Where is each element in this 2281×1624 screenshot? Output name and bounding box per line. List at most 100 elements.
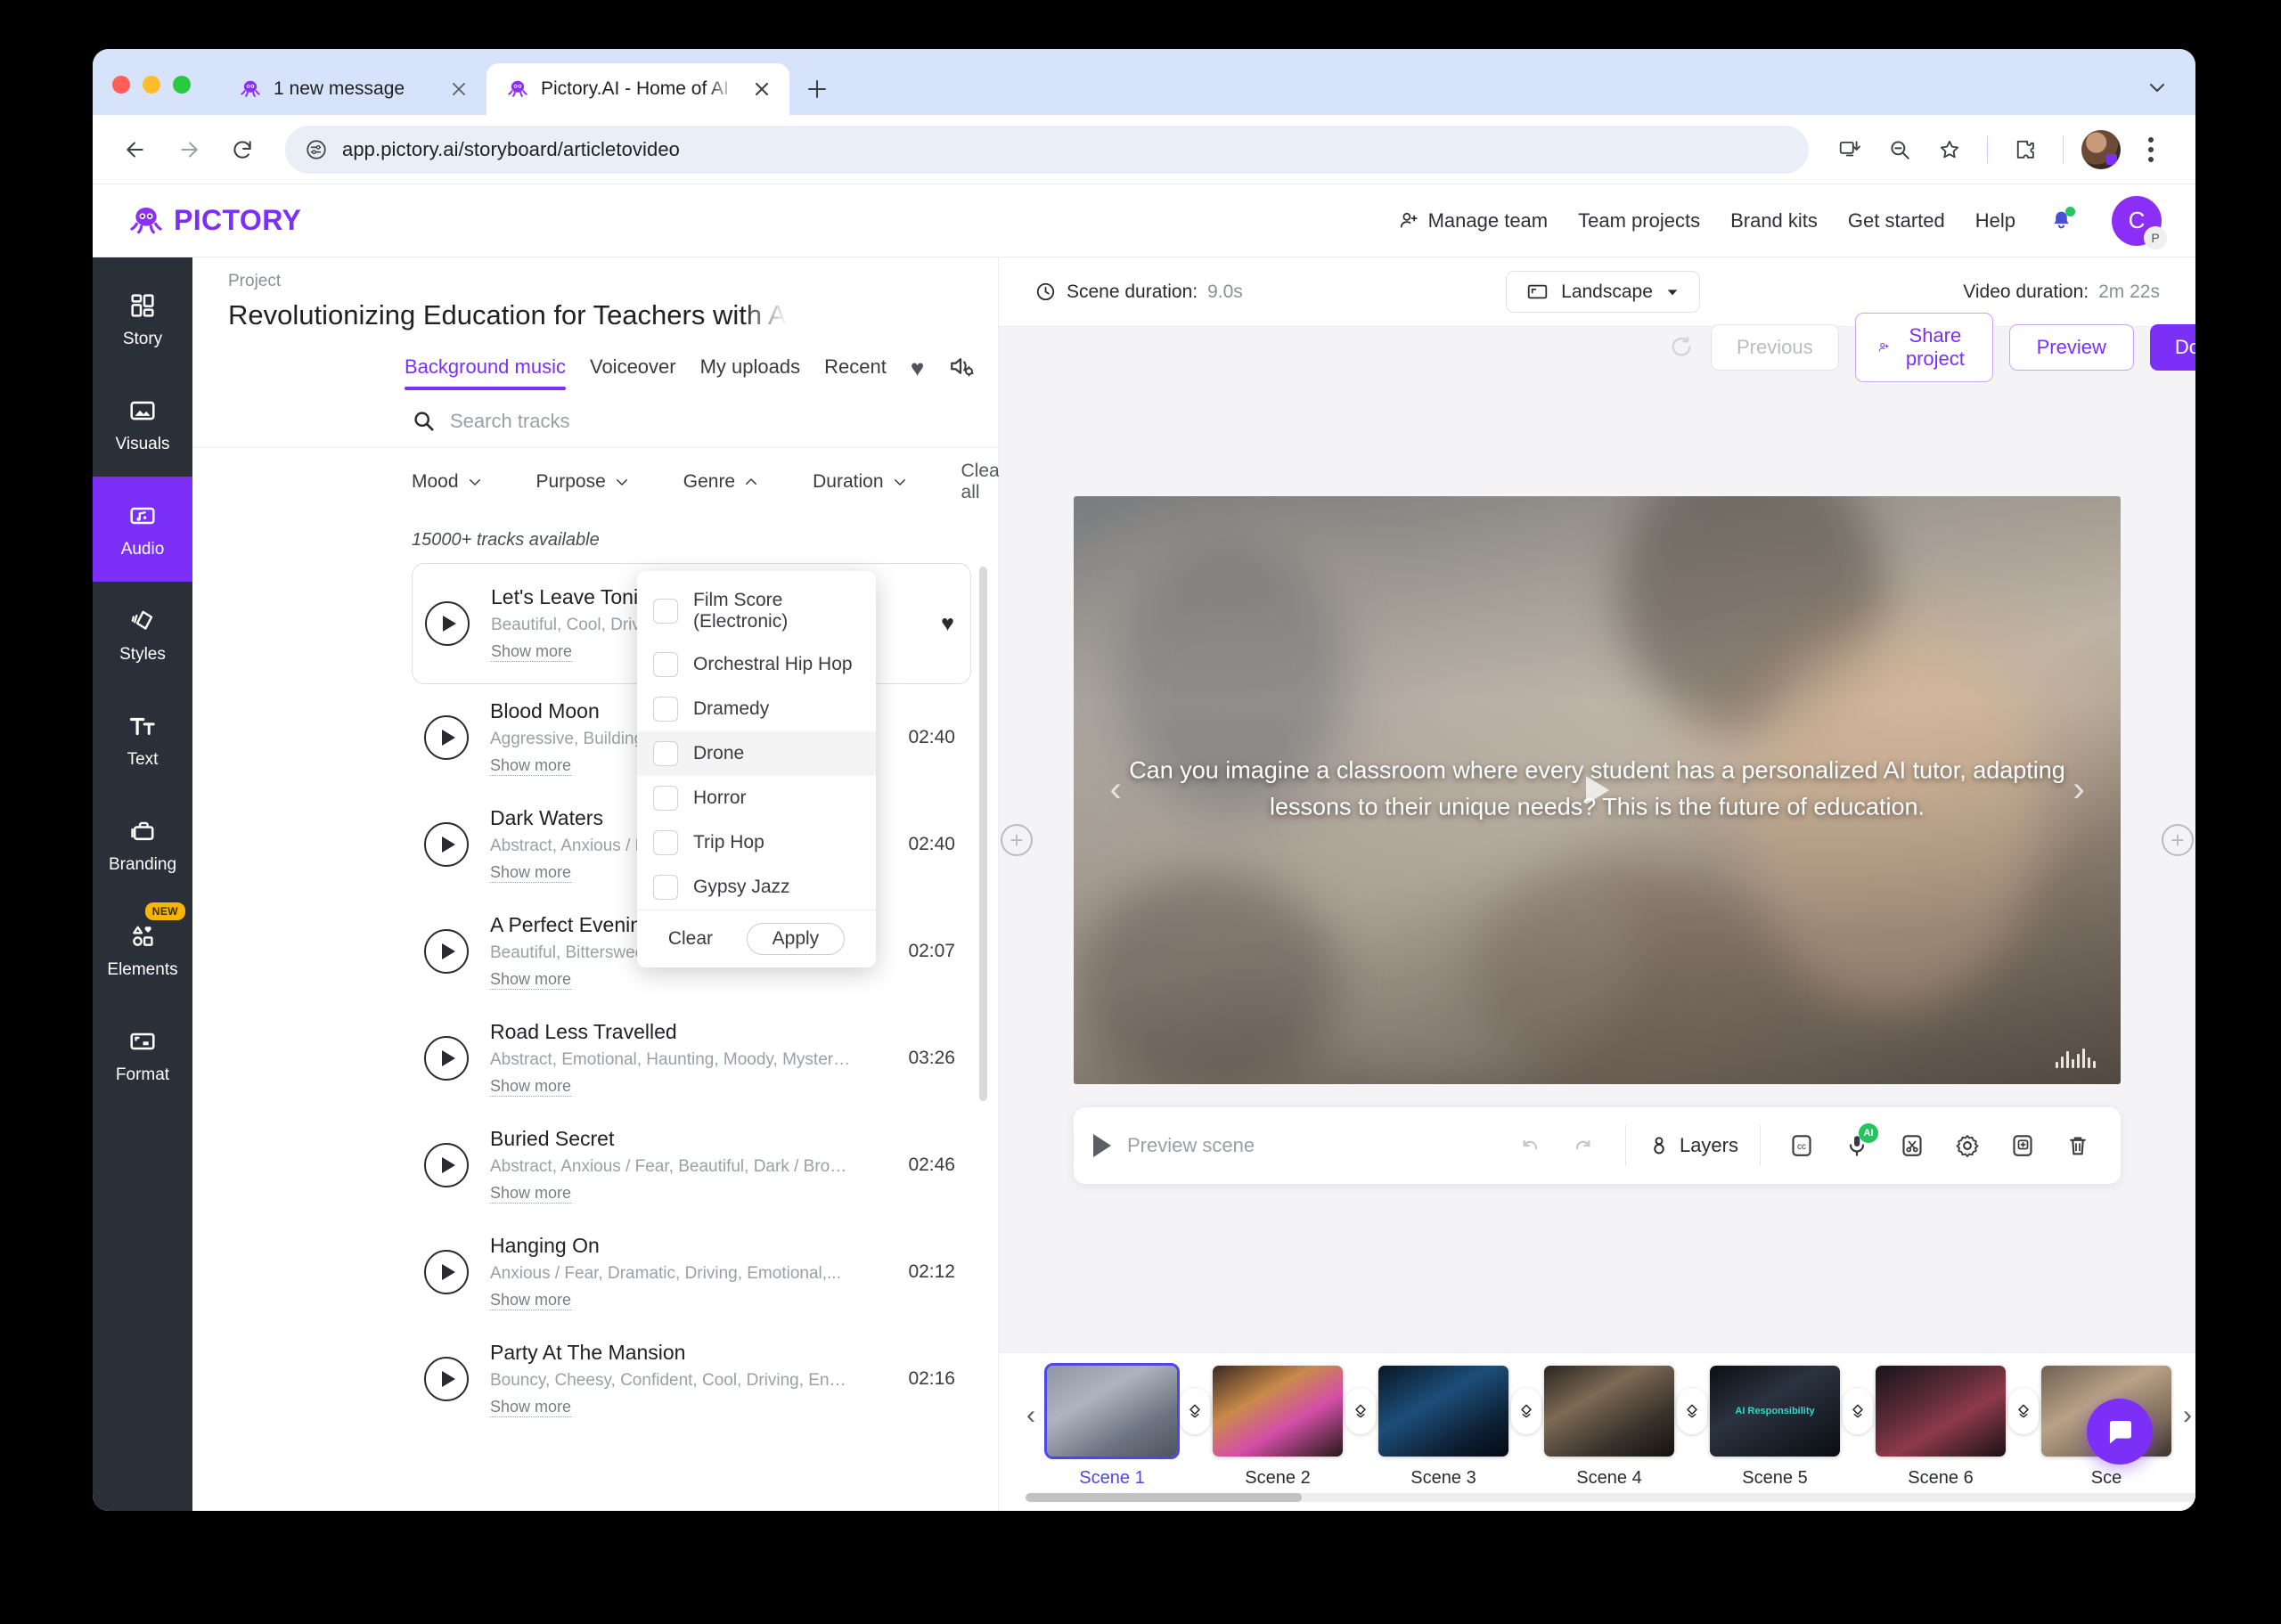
scene-thumbnail-1[interactable]: Scene 1	[1044, 1363, 1180, 1489]
share-project-button[interactable]: Share project	[1854, 313, 1993, 382]
play-icon[interactable]	[424, 1143, 469, 1187]
user-avatar[interactable]: C P	[2112, 195, 2167, 249]
nav-help[interactable]: Help	[1975, 209, 2015, 233]
track-row[interactable]: Party At The Mansion Bouncy, Cheesy, Con…	[412, 1326, 971, 1432]
previous-scene-arrow[interactable]: ‹	[1095, 770, 1136, 811]
sidebar-item-elements[interactable]: NEW Elements	[93, 897, 192, 1002]
kebab-menu-icon[interactable]	[2130, 128, 2172, 171]
favorite-heart-icon[interactable]: ♥	[941, 611, 954, 637]
show-more-link[interactable]: Show more	[491, 642, 573, 662]
profile-avatar[interactable]	[2080, 128, 2122, 171]
closed-captions-icon[interactable]: cc	[1782, 1126, 1821, 1165]
tab-my-uploads[interactable]: My uploads	[700, 355, 801, 390]
download-button[interactable]: Download	[2149, 324, 2195, 371]
search-row[interactable]: Search tracks	[192, 393, 998, 447]
add-scene-before-button[interactable]: +	[1001, 823, 1033, 856]
play-icon[interactable]	[424, 715, 469, 760]
sidebar-item-visuals[interactable]: Visuals	[93, 371, 192, 477]
scene-thumbnail-6[interactable]: Scene 6	[1876, 1366, 2006, 1489]
browser-tab-2[interactable]: Pictory.AI - Home of AI Video	[486, 63, 789, 115]
show-more-link[interactable]: Show more	[490, 863, 572, 883]
checkbox[interactable]	[653, 599, 678, 624]
scene-thumbnail-3[interactable]: Scene 3	[1378, 1366, 1508, 1489]
back-button[interactable]	[112, 126, 159, 173]
scene-strip-next-button[interactable]: ›	[2171, 1366, 2195, 1465]
show-more-link[interactable]: Show more	[490, 1184, 572, 1204]
checkbox[interactable]	[653, 652, 678, 677]
browser-tab-2-close-icon[interactable]	[747, 74, 777, 104]
track-row[interactable]: Buried Secret Abstract, Anxious / Fear, …	[412, 1112, 971, 1219]
scene-thumbnail-2[interactable]: Scene 2	[1213, 1366, 1343, 1489]
settings-gear-icon[interactable]	[1948, 1126, 1987, 1165]
browser-tab-1[interactable]: 1 new message	[219, 63, 486, 115]
minimize-window-button[interactable]	[143, 76, 160, 94]
play-icon[interactable]	[424, 1250, 469, 1294]
sidebar-item-audio[interactable]: Audio	[93, 477, 192, 582]
genre-option-drone[interactable]: Drone	[637, 731, 876, 776]
genre-option-orchestral-hip-hop[interactable]: Orchestral Hip Hop	[637, 642, 876, 687]
redo-icon[interactable]	[1565, 1126, 1604, 1165]
zoom-out-icon[interactable]	[1878, 128, 1921, 171]
duplicate-icon[interactable]	[2003, 1126, 2042, 1165]
address-bar[interactable]: app.pictory.ai/storyboard/articletovideo	[285, 125, 1809, 174]
filter-genre[interactable]: Genre	[683, 471, 759, 493]
add-scene-after-button[interactable]: +	[2162, 823, 2194, 856]
transition-4[interactable]	[1674, 1366, 1710, 1457]
preview-scene-play-icon[interactable]	[1093, 1133, 1111, 1157]
preview-button[interactable]: Preview	[2008, 324, 2134, 371]
bookmark-star-icon[interactable]	[1928, 128, 1971, 171]
scene-strip-scrollbar[interactable]	[1026, 1493, 2195, 1502]
nav-brand-kits[interactable]: Brand kits	[1730, 209, 1818, 233]
previous-button[interactable]: Previous	[1711, 324, 1839, 371]
play-icon[interactable]	[425, 601, 470, 646]
site-settings-icon[interactable]	[305, 138, 328, 161]
checkbox[interactable]	[653, 697, 678, 722]
preview-scene-label[interactable]: Preview scene	[1127, 1134, 1255, 1157]
install-app-icon[interactable]	[1828, 128, 1871, 171]
forward-button[interactable]	[166, 126, 212, 173]
show-more-link[interactable]: Show more	[490, 1398, 572, 1417]
tab-recent[interactable]: Recent	[824, 355, 887, 390]
nav-get-started[interactable]: Get started	[1848, 209, 1945, 233]
play-icon[interactable]	[424, 1036, 469, 1081]
show-more-link[interactable]: Show more	[490, 756, 572, 776]
play-icon[interactable]	[424, 929, 469, 974]
genre-option-gypsy-jazz[interactable]: Gypsy Jazz	[637, 865, 876, 910]
undo-icon[interactable]	[1509, 1126, 1549, 1165]
page-title[interactable]: Revolutionizing Education for Teachers w…	[228, 299, 787, 331]
sidebar-item-text[interactable]: Text	[93, 687, 192, 792]
extensions-puzzle-icon[interactable]	[2004, 128, 2047, 171]
heart-icon[interactable]: ♥	[911, 355, 924, 391]
next-scene-arrow[interactable]: ›	[2058, 770, 2099, 811]
scene-strip-prev-button[interactable]: ‹	[1015, 1366, 1047, 1465]
layers-button[interactable]: Layers	[1647, 1134, 1738, 1157]
orientation-dropdown[interactable]: Landscape	[1506, 271, 1700, 313]
scene-thumbnail-4[interactable]: Scene 4	[1544, 1366, 1674, 1489]
nav-team-projects[interactable]: Team projects	[1578, 209, 1700, 233]
chat-bubble-icon[interactable]	[2087, 1399, 2153, 1465]
show-more-link[interactable]: Show more	[490, 1291, 572, 1310]
genre-option-horror[interactable]: Horror	[637, 776, 876, 820]
scene-thumbnail-5[interactable]: AI Responsibility Scene 5	[1710, 1366, 1840, 1489]
checkbox[interactable]	[653, 741, 678, 766]
reload-button[interactable]	[219, 126, 266, 173]
transition-2[interactable]	[1343, 1366, 1378, 1457]
browser-tab-1-close-icon[interactable]	[444, 74, 474, 104]
play-icon[interactable]	[424, 1357, 469, 1401]
genre-option-trip-hop[interactable]: Trip Hop	[637, 820, 876, 865]
maximize-window-button[interactable]	[173, 76, 191, 94]
transition-6[interactable]	[2006, 1366, 2041, 1457]
track-list-scrollbar[interactable]	[979, 567, 987, 1101]
pictory-logo[interactable]: PICTORY	[128, 203, 301, 239]
sidebar-item-story[interactable]: Story	[93, 266, 192, 371]
sidebar-item-styles[interactable]: Styles	[93, 582, 192, 687]
refresh-icon[interactable]	[1668, 332, 1695, 363]
transition-3[interactable]	[1508, 1366, 1544, 1457]
transition-5[interactable]	[1840, 1366, 1876, 1457]
chevron-down-icon[interactable]	[2142, 72, 2172, 102]
transition-1[interactable]	[1177, 1366, 1213, 1457]
tab-background-music[interactable]: Background music	[405, 355, 566, 390]
track-row[interactable]: Road Less Travelled Abstract, Emotional,…	[412, 1005, 971, 1112]
filter-purpose[interactable]: Purpose	[536, 471, 630, 493]
close-window-button[interactable]	[112, 76, 130, 94]
